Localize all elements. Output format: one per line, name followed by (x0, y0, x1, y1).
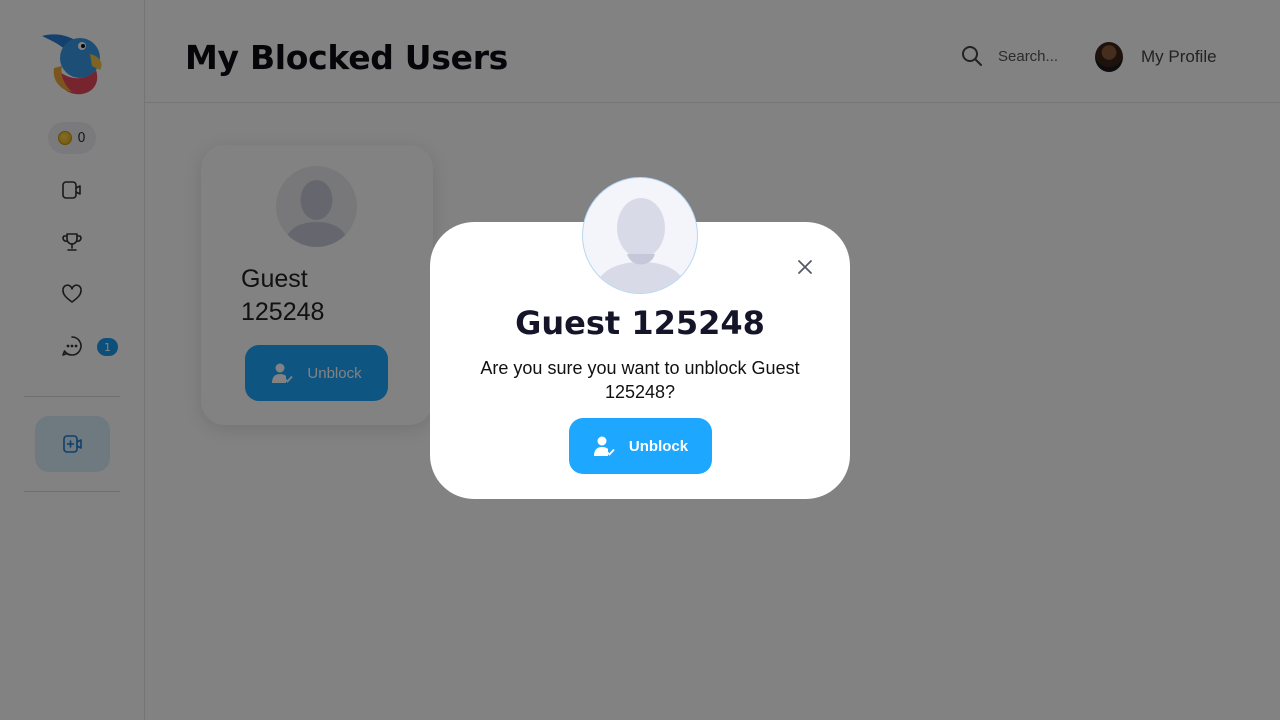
close-icon (798, 260, 812, 274)
dialog-message: Are you sure you want to unblock Guest 1… (480, 358, 800, 402)
close-button[interactable] (793, 255, 817, 279)
unblock-label: Unblock (628, 437, 689, 455)
avatar (582, 177, 698, 294)
confirm-unblock-button[interactable]: Unblock (569, 418, 712, 474)
dialog-title: Guest 125248 (515, 304, 765, 342)
user-check-icon (593, 436, 615, 456)
